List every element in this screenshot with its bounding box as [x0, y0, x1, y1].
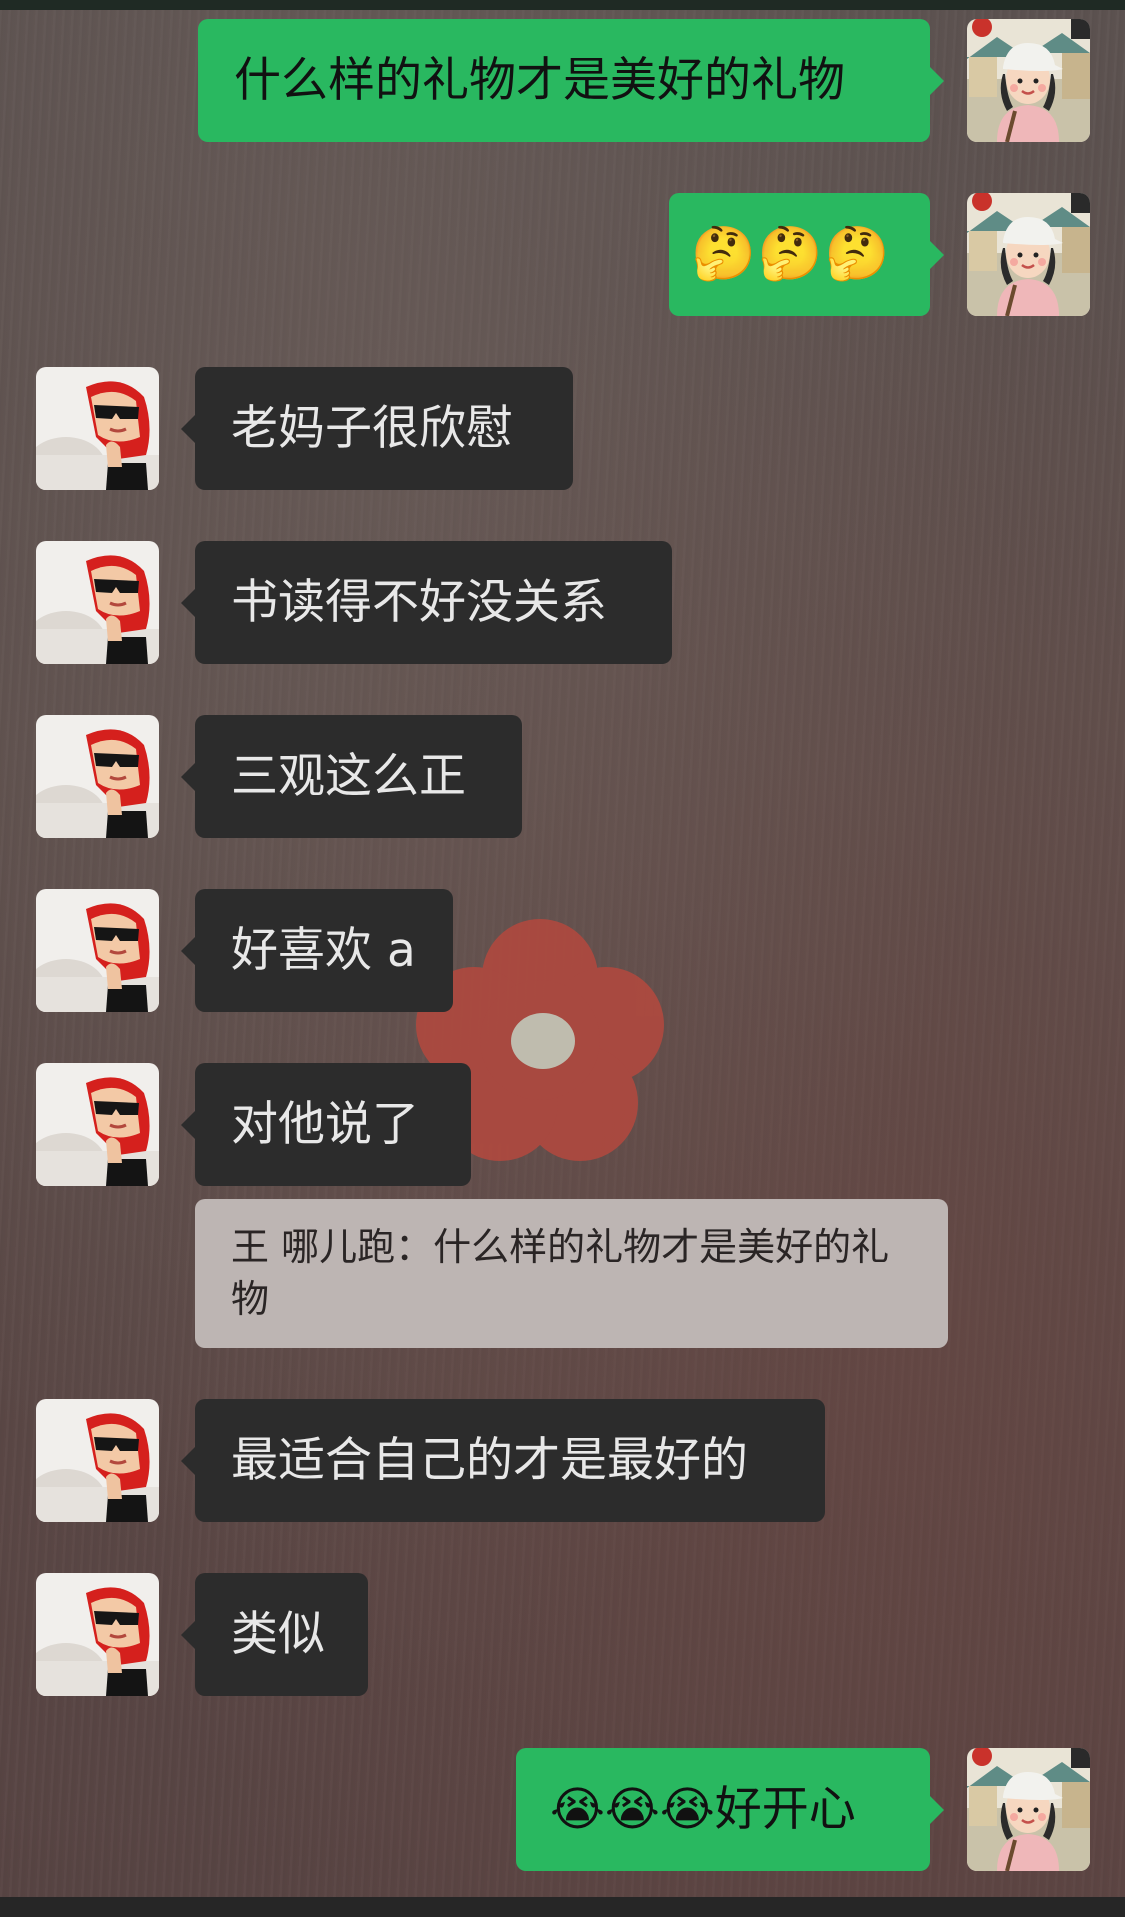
contact-avatar[interactable]	[36, 1573, 159, 1696]
message-text: 书读得不好没关系	[231, 575, 607, 630]
message-bubble-sent[interactable]: 什么样的礼物才是美好的礼物	[198, 19, 944, 142]
contact-avatar[interactable]	[36, 1063, 159, 1186]
thinking-emoji-text: 🤔🤔🤔	[691, 224, 892, 284]
message-text: 什么样的礼物才是美好的礼物	[234, 53, 845, 108]
my-avatar[interactable]	[967, 19, 1090, 142]
message-text: 最适合自己的才是最好的	[231, 1433, 748, 1488]
message-text: 老妈子很欣慰	[231, 401, 513, 456]
quoted-message[interactable]: 王 哪儿跑：什么样的礼物才是美好的礼物	[195, 1199, 948, 1348]
contact-avatar[interactable]	[36, 367, 159, 490]
contact-avatar[interactable]	[36, 541, 159, 664]
message-bubble-received[interactable]: 老妈子很欣慰	[181, 367, 573, 490]
message-text: 三观这么正	[231, 749, 466, 804]
message-bubble-sent[interactable]: 😭😭😭好开心	[516, 1748, 944, 1871]
message-bubble-received[interactable]: 好喜欢 a	[181, 889, 453, 1012]
message-text: 😭😭😭好开心	[550, 1782, 856, 1837]
message-bubble-received[interactable]: 书读得不好没关系	[181, 541, 672, 664]
my-avatar[interactable]	[967, 1748, 1090, 1871]
message-text: 好喜欢 a	[231, 923, 416, 978]
message-bubble-received[interactable]: 对他说了	[181, 1063, 471, 1186]
message-bubble-received[interactable]: 类似	[181, 1573, 368, 1696]
message-text: 类似	[231, 1607, 325, 1662]
status-bar	[0, 0, 1125, 10]
message-bubble-received[interactable]: 三观这么正	[181, 715, 522, 838]
contact-avatar[interactable]	[36, 889, 159, 1012]
quoted-message-text: 王 哪儿跑：什么样的礼物才是美好的礼物	[231, 1225, 890, 1321]
message-bubble-sent[interactable]: 🤔🤔🤔	[669, 193, 944, 316]
input-bar-edge	[0, 1897, 1125, 1917]
contact-avatar[interactable]	[36, 715, 159, 838]
contact-avatar[interactable]	[36, 1399, 159, 1522]
message-text: 对他说了	[231, 1097, 419, 1152]
message-bubble-received[interactable]: 最适合自己的才是最好的	[181, 1399, 825, 1522]
my-avatar[interactable]	[967, 193, 1090, 316]
